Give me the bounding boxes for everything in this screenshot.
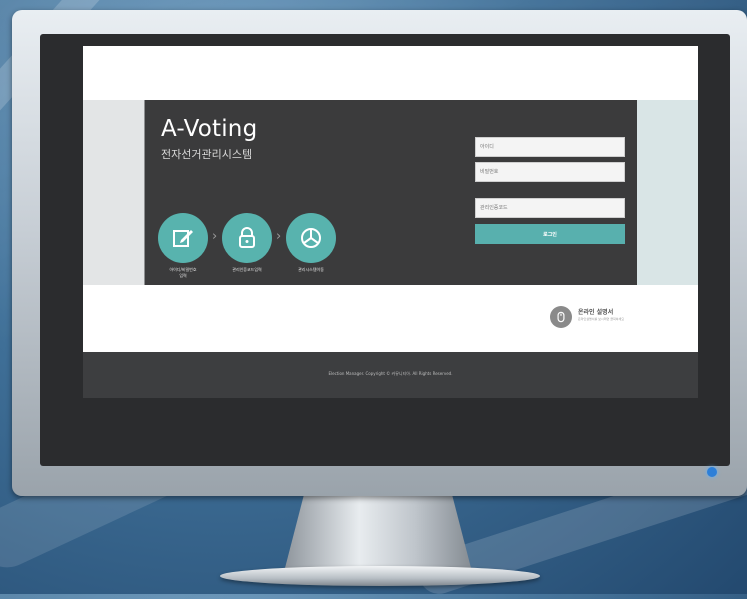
chevron-right-icon: › [212,229,218,244]
chevron-right-icon: › [276,229,282,244]
id-input[interactable] [475,137,625,157]
lock-icon [239,227,255,248]
login-button[interactable]: 로그인 [475,224,625,244]
step-edit [158,213,208,263]
step-label: 관리인증코드입력 [232,267,262,272]
auth-code-input[interactable] [475,198,625,218]
step-system [286,213,336,263]
power-led-icon [707,467,717,477]
step-label: 아이디/비밀번호 입력 [169,267,197,278]
step-label: 관리시스템이동 [298,267,324,272]
footer: Election Manager. Copyright © 커뮤니티아. All… [83,352,698,398]
login-page: A-Voting 전자선거관리시스템 로그인 › › [83,46,698,398]
login-panel: A-Voting 전자선거관리시스템 로그인 › › [145,100,637,285]
mouse-icon [550,306,572,328]
copyright-text: Election Manager. Copyright © 커뮤니티아. All… [328,371,453,376]
online-manual-link[interactable]: 온라인 설명서 온라인설명서를 보시려면 클릭하세요 [550,304,690,334]
edit-icon [173,230,193,247]
app-subtitle: 전자선거관리시스템 [161,148,253,161]
password-input[interactable] [475,162,625,182]
manual-description: 온라인설명서를 보시려면 클릭하세요 [578,317,625,321]
pie-chart-icon [301,228,321,248]
app-title: A-Voting [161,116,258,142]
step-lock [222,213,272,263]
manual-title: 온라인 설명서 [578,309,614,316]
monitor-stand-neck [285,496,471,568]
monitor-stand-base [220,566,540,586]
